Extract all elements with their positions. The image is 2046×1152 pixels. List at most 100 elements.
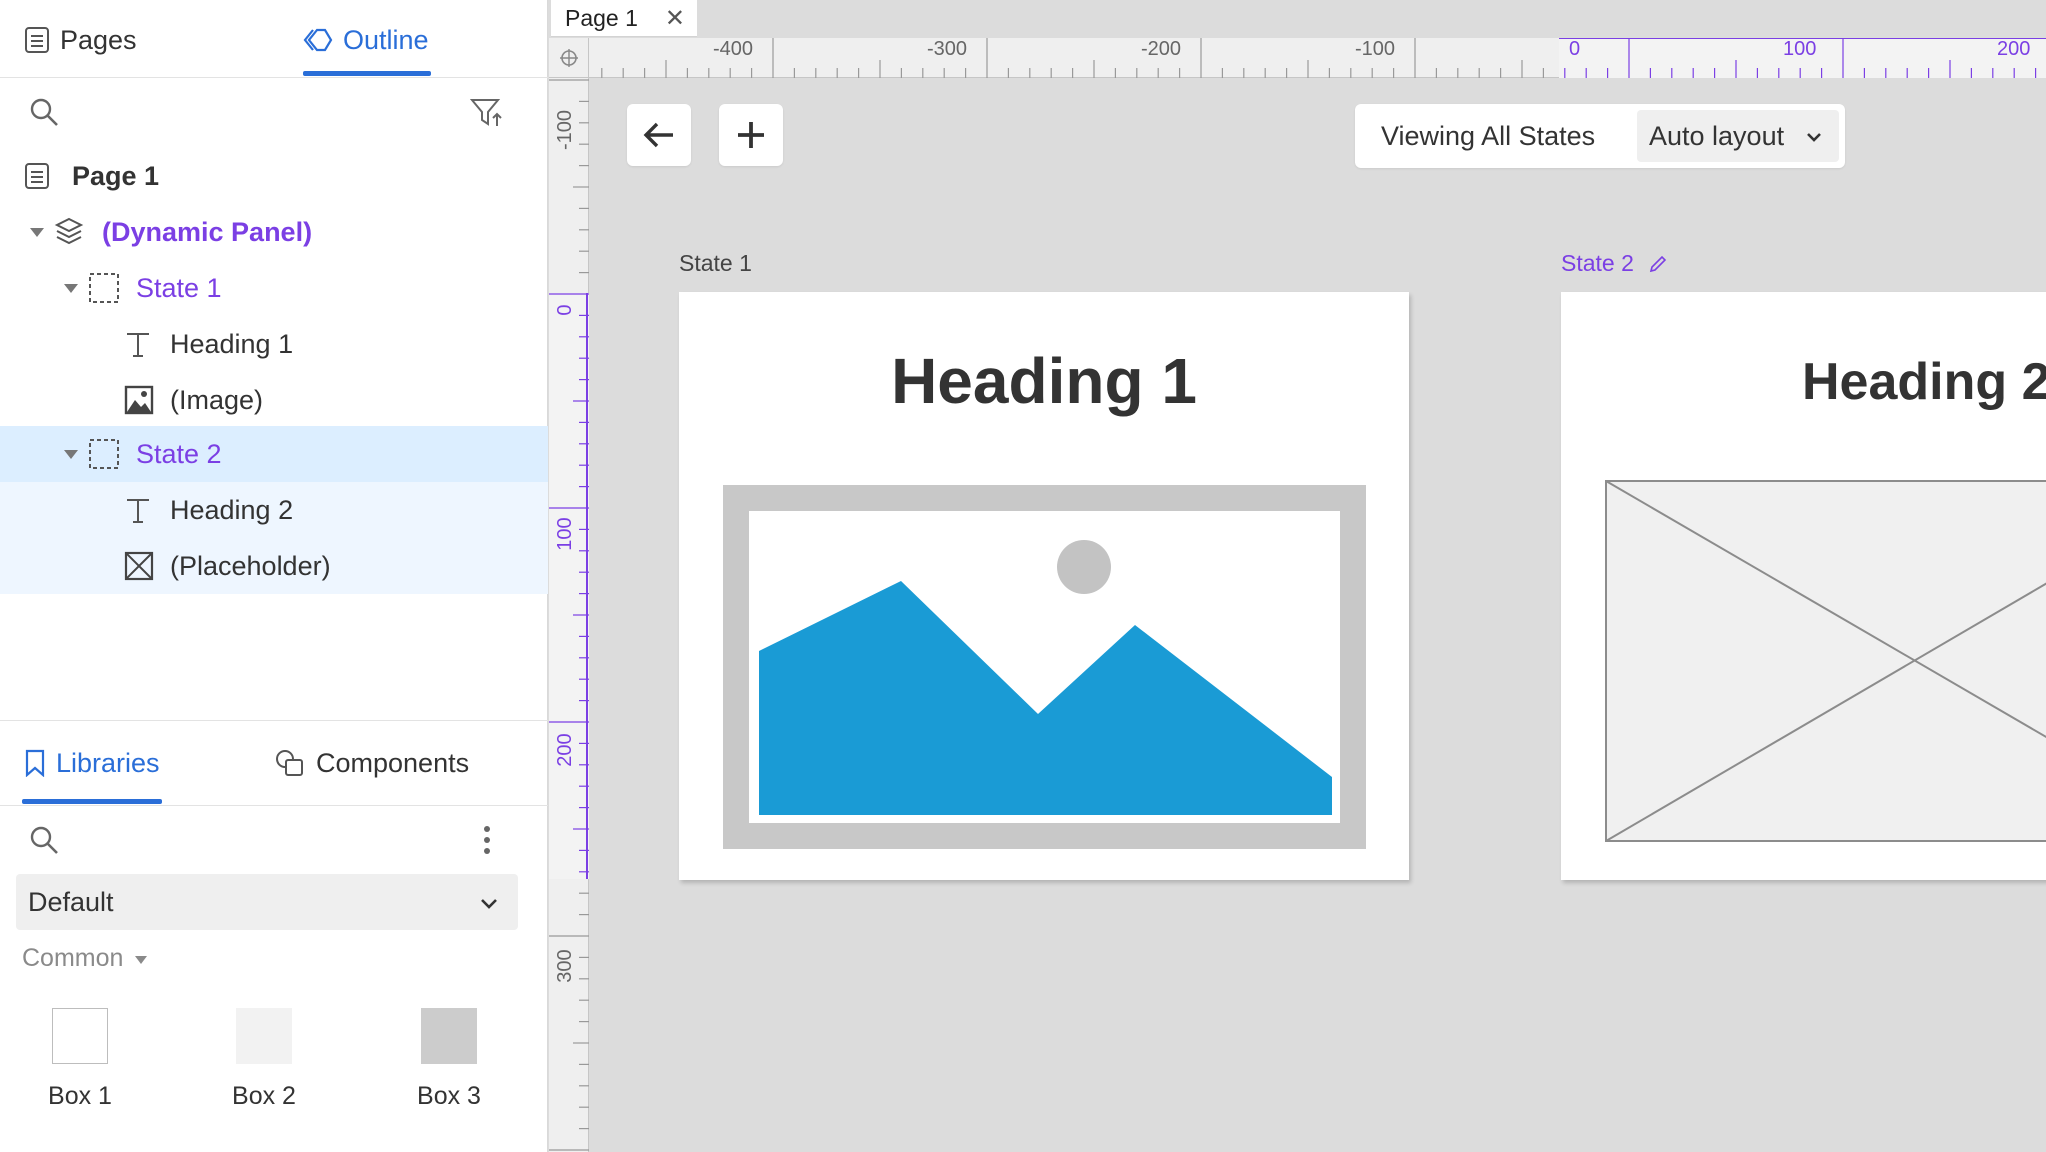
chevron-down-icon[interactable] <box>30 228 44 237</box>
tab-outline-underline <box>303 71 431 76</box>
library-item-label: Box 1 <box>48 1082 112 1110</box>
state2-label[interactable]: State 2 <box>1561 250 1668 277</box>
vruler-label: 100 <box>554 517 576 550</box>
tree-item-dynamic-panel[interactable]: (Dynamic Panel) <box>0 204 548 260</box>
tree-item-heading1-label: Heading 1 <box>170 328 294 359</box>
tree-item-state2-label: State 2 <box>136 438 222 469</box>
tree-item-page1[interactable]: Page 1 <box>0 148 548 204</box>
library-item-box2[interactable]: Box 2 <box>204 1008 324 1118</box>
horizontal-ruler[interactable]: -400 -300 -200 -100 0 100 200 <box>549 38 2046 78</box>
library-search-row <box>0 818 548 864</box>
state1-label-text: State 1 <box>679 250 752 276</box>
state1-label[interactable]: State 1 <box>679 250 752 277</box>
library-group-common[interactable]: Common <box>22 944 148 973</box>
tree-item-dynamic-panel-label: (Dynamic Panel) <box>102 216 313 247</box>
hruler-label: -400 <box>713 38 753 60</box>
library-select[interactable]: Default <box>16 874 518 930</box>
chevron-down-icon <box>478 890 500 921</box>
tab-pages[interactable]: Pages <box>24 20 137 60</box>
pencil-icon[interactable] <box>1648 254 1668 274</box>
ruler-origin-icon[interactable] <box>549 38 589 78</box>
tree-item-heading2[interactable]: Heading 2 <box>0 482 548 538</box>
library-tabs: Libraries Components <box>0 720 548 806</box>
library-select-value: Default <box>28 886 114 917</box>
tab-pages-label: Pages <box>60 24 137 55</box>
tree-item-heading1[interactable]: Heading 1 <box>0 316 548 372</box>
box1-swatch <box>52 1008 108 1064</box>
chevron-down-icon <box>1803 124 1825 155</box>
chevron-down-icon[interactable] <box>64 284 78 293</box>
placeholder-icon <box>124 551 154 581</box>
layout-select-value: Auto layout <box>1649 120 1785 151</box>
document-tab-label: Page 1 <box>565 4 638 31</box>
hruler-label: 100 <box>1783 38 1816 60</box>
vruler-label: 200 <box>554 733 576 766</box>
state2-label-text: State 2 <box>1561 250 1634 276</box>
tree-item-image-label: (Image) <box>170 384 264 415</box>
outline-icon <box>303 27 333 53</box>
hruler-label: 200 <box>1997 38 2030 60</box>
tree-item-heading2-label: Heading 2 <box>170 494 294 525</box>
hruler-label: -200 <box>1141 38 1181 60</box>
sun-icon <box>1057 540 1111 594</box>
vruler-label: 0 <box>554 304 576 315</box>
library-item-box3[interactable]: Box 3 <box>389 1008 509 1118</box>
tree-item-placeholder-label: (Placeholder) <box>170 550 331 581</box>
canvas-area[interactable]: Page 1 ✕ -400 -300 -200 -100 0 100 200 -… <box>549 0 2046 1152</box>
tab-components[interactable]: Components <box>274 743 469 783</box>
hruler-label: -100 <box>1355 38 1395 60</box>
tab-outline[interactable]: Outline <box>303 20 429 60</box>
state2-frame[interactable]: Heading 2 <box>1561 292 2046 880</box>
text-icon <box>124 330 152 358</box>
placeholder-widget[interactable] <box>1605 480 2046 847</box>
state-icon <box>88 438 120 470</box>
view-controls: Viewing All States Auto layout <box>1355 104 1845 168</box>
box2-swatch <box>236 1008 292 1064</box>
library-group-label: Common <box>22 944 124 972</box>
tree-item-state1[interactable]: State 1 <box>0 260 548 316</box>
vertical-ruler[interactable]: -100 0 100 200 300 <box>549 78 589 1152</box>
bookmark-icon <box>24 749 46 777</box>
back-button[interactable] <box>627 104 691 166</box>
outline-search-row <box>0 90 548 136</box>
document-tab[interactable]: Page 1 ✕ <box>551 0 697 37</box>
more-options-icon[interactable] <box>484 826 492 860</box>
page-icon <box>24 162 50 190</box>
arrow-left-icon <box>643 122 673 148</box>
image-icon <box>124 385 154 415</box>
hruler-label: 0 <box>1569 38 1580 60</box>
pages-icon <box>24 26 50 54</box>
add-state-button[interactable] <box>719 104 783 166</box>
plus-icon <box>738 122 764 148</box>
tree-item-image[interactable]: (Image) <box>0 372 548 428</box>
close-icon[interactable]: ✕ <box>665 4 685 33</box>
tab-libraries[interactable]: Libraries <box>24 743 160 783</box>
heading1-text[interactable]: Heading 1 <box>679 344 1409 418</box>
library-item-box1[interactable]: Box 1 <box>20 1008 140 1118</box>
caret-down-icon <box>135 955 148 964</box>
image-widget[interactable] <box>723 485 1366 854</box>
tree-item-page1-label: Page 1 <box>72 160 160 191</box>
panel-tabs: Pages Outline <box>0 0 548 78</box>
tree-item-state2[interactable]: State 2 <box>0 426 548 482</box>
state1-frame[interactable]: Heading 1 <box>679 292 1409 880</box>
tab-libraries-label: Libraries <box>56 747 160 778</box>
search-icon[interactable] <box>28 96 60 133</box>
state-icon <box>88 272 120 304</box>
search-icon[interactable] <box>28 824 60 861</box>
tab-outline-label: Outline <box>343 24 429 55</box>
tree-item-state1-label: State 1 <box>136 272 222 303</box>
components-icon <box>274 748 306 778</box>
library-item-label: Box 2 <box>232 1082 296 1110</box>
filter-icon[interactable] <box>469 96 506 133</box>
left-panel: Pages Outline Page 1 (Dynamic Panel) Sta… <box>0 0 548 1152</box>
tab-libraries-underline <box>22 799 162 804</box>
tree-item-placeholder[interactable]: (Placeholder) <box>0 538 548 594</box>
viewing-states-label[interactable]: Viewing All States <box>1381 121 1595 152</box>
heading2-text[interactable]: Heading 2 <box>1802 352 2046 412</box>
vruler-label: -100 <box>554 110 576 150</box>
layout-select[interactable]: Auto layout <box>1637 110 1839 162</box>
text-icon <box>124 496 152 524</box>
chevron-down-icon[interactable] <box>64 450 78 459</box>
box3-swatch <box>421 1008 477 1064</box>
